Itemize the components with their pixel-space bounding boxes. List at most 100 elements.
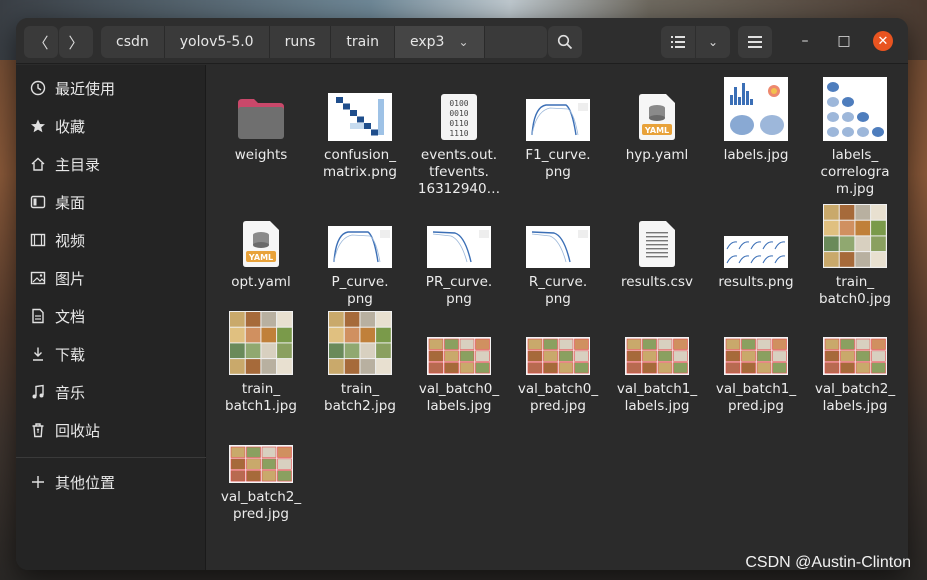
curve-plot-thumbnail [427,226,491,268]
file-item[interactable]: PR_curve. png [410,212,508,308]
file-item[interactable]: F1_curve. png [509,85,607,181]
file-thumbnail [229,427,293,483]
close-button[interactable]: ✕ [873,31,893,51]
file-thumbnail [823,204,887,268]
view-options-button[interactable]: ⌄ [696,26,730,58]
sidebar-item-trash[interactable]: 回收站 [16,411,206,449]
header-bar: 〈 〉 csdn yolov5-5.0 runs train exp3 ⌄ ⌄ … [16,18,908,64]
file-item[interactable]: labels.jpg [707,77,805,164]
file-thumbnail [328,212,392,268]
file-thumbnail [427,212,491,268]
sidebar-item-document[interactable]: 文档 [16,297,206,335]
file-item[interactable]: R_curve. png [509,212,607,308]
file-item[interactable]: train_ batch0.jpg [806,204,904,308]
file-item[interactable]: val_batch1_ pred.jpg [707,319,805,415]
sidebar-item-label: 回收站 [55,421,101,440]
labels-thumbnail [724,77,788,141]
breadcrumb-item-exp3[interactable]: exp3 ⌄ [394,26,485,58]
breadcrumb: csdn yolov5-5.0 runs train exp3 ⌄ [101,26,547,58]
image-grid-thumbnail [328,311,392,375]
image-grid-thumbnail [724,337,788,375]
sidebar-item-home[interactable]: 主目录 [16,145,206,183]
sidebar-item-download[interactable]: 下载 [16,335,206,373]
main-menu-button[interactable] [738,26,772,58]
breadcrumb-item-train[interactable]: train [331,26,395,58]
correlogram-thumbnail [823,77,887,141]
file-name: R_curve. png [528,274,588,307]
sidebar-item-star[interactable]: 收藏 [16,107,206,145]
file-thumbnail: 0100 0010 0110 1110 [427,85,491,141]
file-item[interactable]: results.png [707,212,805,291]
sidebar-item-music[interactable]: 音乐 [16,373,206,411]
curve-plot-thumbnail [526,99,590,141]
sidebar-item-label: 文档 [55,307,86,326]
file-name: results.csv [621,274,693,290]
file-item[interactable]: 0100 0010 0110 1110 events.out. tfevents. 16… [410,85,508,198]
yaml-file-icon: YAML [639,94,675,140]
svg-text:1110: 1110 [449,129,468,138]
film-icon [30,232,46,248]
file-item[interactable]: train_ batch1.jpg [212,311,310,415]
file-item[interactable]: YAML hyp.yaml [608,85,706,164]
sidebar-item-other-locations[interactable]: 其他位置 [16,463,206,501]
sidebar-item-label: 收藏 [55,117,86,136]
forward-button[interactable]: 〉 [59,26,93,58]
breadcrumb-item-csdn[interactable]: csdn [101,26,165,58]
file-name: val_batch0_ pred.jpg [517,381,599,414]
file-item[interactable]: YAML opt.yaml [212,212,310,291]
image-grid-thumbnail [625,337,689,375]
file-item[interactable]: train_ batch2.jpg [311,311,409,415]
file-name: val_batch1_ labels.jpg [616,381,698,414]
file-item[interactable]: val_batch0_ pred.jpg [509,319,607,415]
file-name: hyp.yaml [625,147,689,163]
star-icon [30,118,46,134]
image-grid-thumbnail [229,311,293,375]
file-item[interactable]: weights [212,85,310,164]
confusion-matrix-thumbnail [328,93,392,141]
back-button[interactable]: 〈 [24,26,58,58]
svg-text:0100: 0100 [449,99,468,108]
breadcrumb-empty-slot [485,26,547,58]
minimize-button[interactable]: – [795,31,815,51]
file-item[interactable]: labels_ correlogra m.jpg [806,77,904,198]
file-thumbnail [724,319,788,375]
file-name: labels_ correlogra m.jpg [820,147,890,197]
image-grid-thumbnail [229,445,293,483]
file-thumbnail [724,77,788,141]
file-item[interactable]: results.csv [608,212,706,291]
sidebar-item-film[interactable]: 视频 [16,221,206,259]
file-thumbnail [229,311,293,375]
file-name: labels.jpg [723,147,789,163]
maximize-button[interactable]: □ [834,31,854,51]
sidebar-item-image[interactable]: 图片 [16,259,206,297]
back-icon: 〈 [33,33,49,52]
binary-file-icon: 0100001001101110 [441,94,477,140]
file-item[interactable]: val_batch0_ labels.jpg [410,319,508,415]
file-name: train_ batch1.jpg [225,381,297,414]
search-button[interactable] [548,26,582,58]
file-item[interactable]: val_batch2_ pred.jpg [212,427,310,523]
file-thumbnail [625,212,689,268]
sidebar-divider [16,457,206,458]
file-item[interactable]: val_batch2_ labels.jpg [806,319,904,415]
breadcrumb-item-yolov5[interactable]: yolov5-5.0 [165,26,270,58]
file-name: confusion_ matrix.png [323,147,397,180]
file-item[interactable]: P_curve. png [311,212,409,308]
file-name: weights [234,147,288,163]
curve-plot-thumbnail [526,226,590,268]
file-name: train_ batch0.jpg [819,274,891,307]
file-name: val_batch0_ labels.jpg [418,381,500,414]
file-name: results.png [718,274,794,290]
breadcrumb-item-runs[interactable]: runs [270,26,332,58]
file-name: PR_curve. png [425,274,493,307]
document-icon [30,308,46,324]
list-view-button[interactable] [661,26,695,58]
file-item[interactable]: val_batch1_ labels.jpg [608,319,706,415]
svg-text:0010: 0010 [449,109,468,118]
file-item[interactable]: confusion_ matrix.png [311,85,409,181]
sidebar-item-desktop[interactable]: 桌面 [16,183,206,221]
home-icon [30,156,46,172]
file-thumbnail [724,212,788,268]
file-grid: weights confusion_ matrix.png 0100 0010 0110… [207,65,908,570]
sidebar-item-clock[interactable]: 最近使用 [16,69,206,107]
